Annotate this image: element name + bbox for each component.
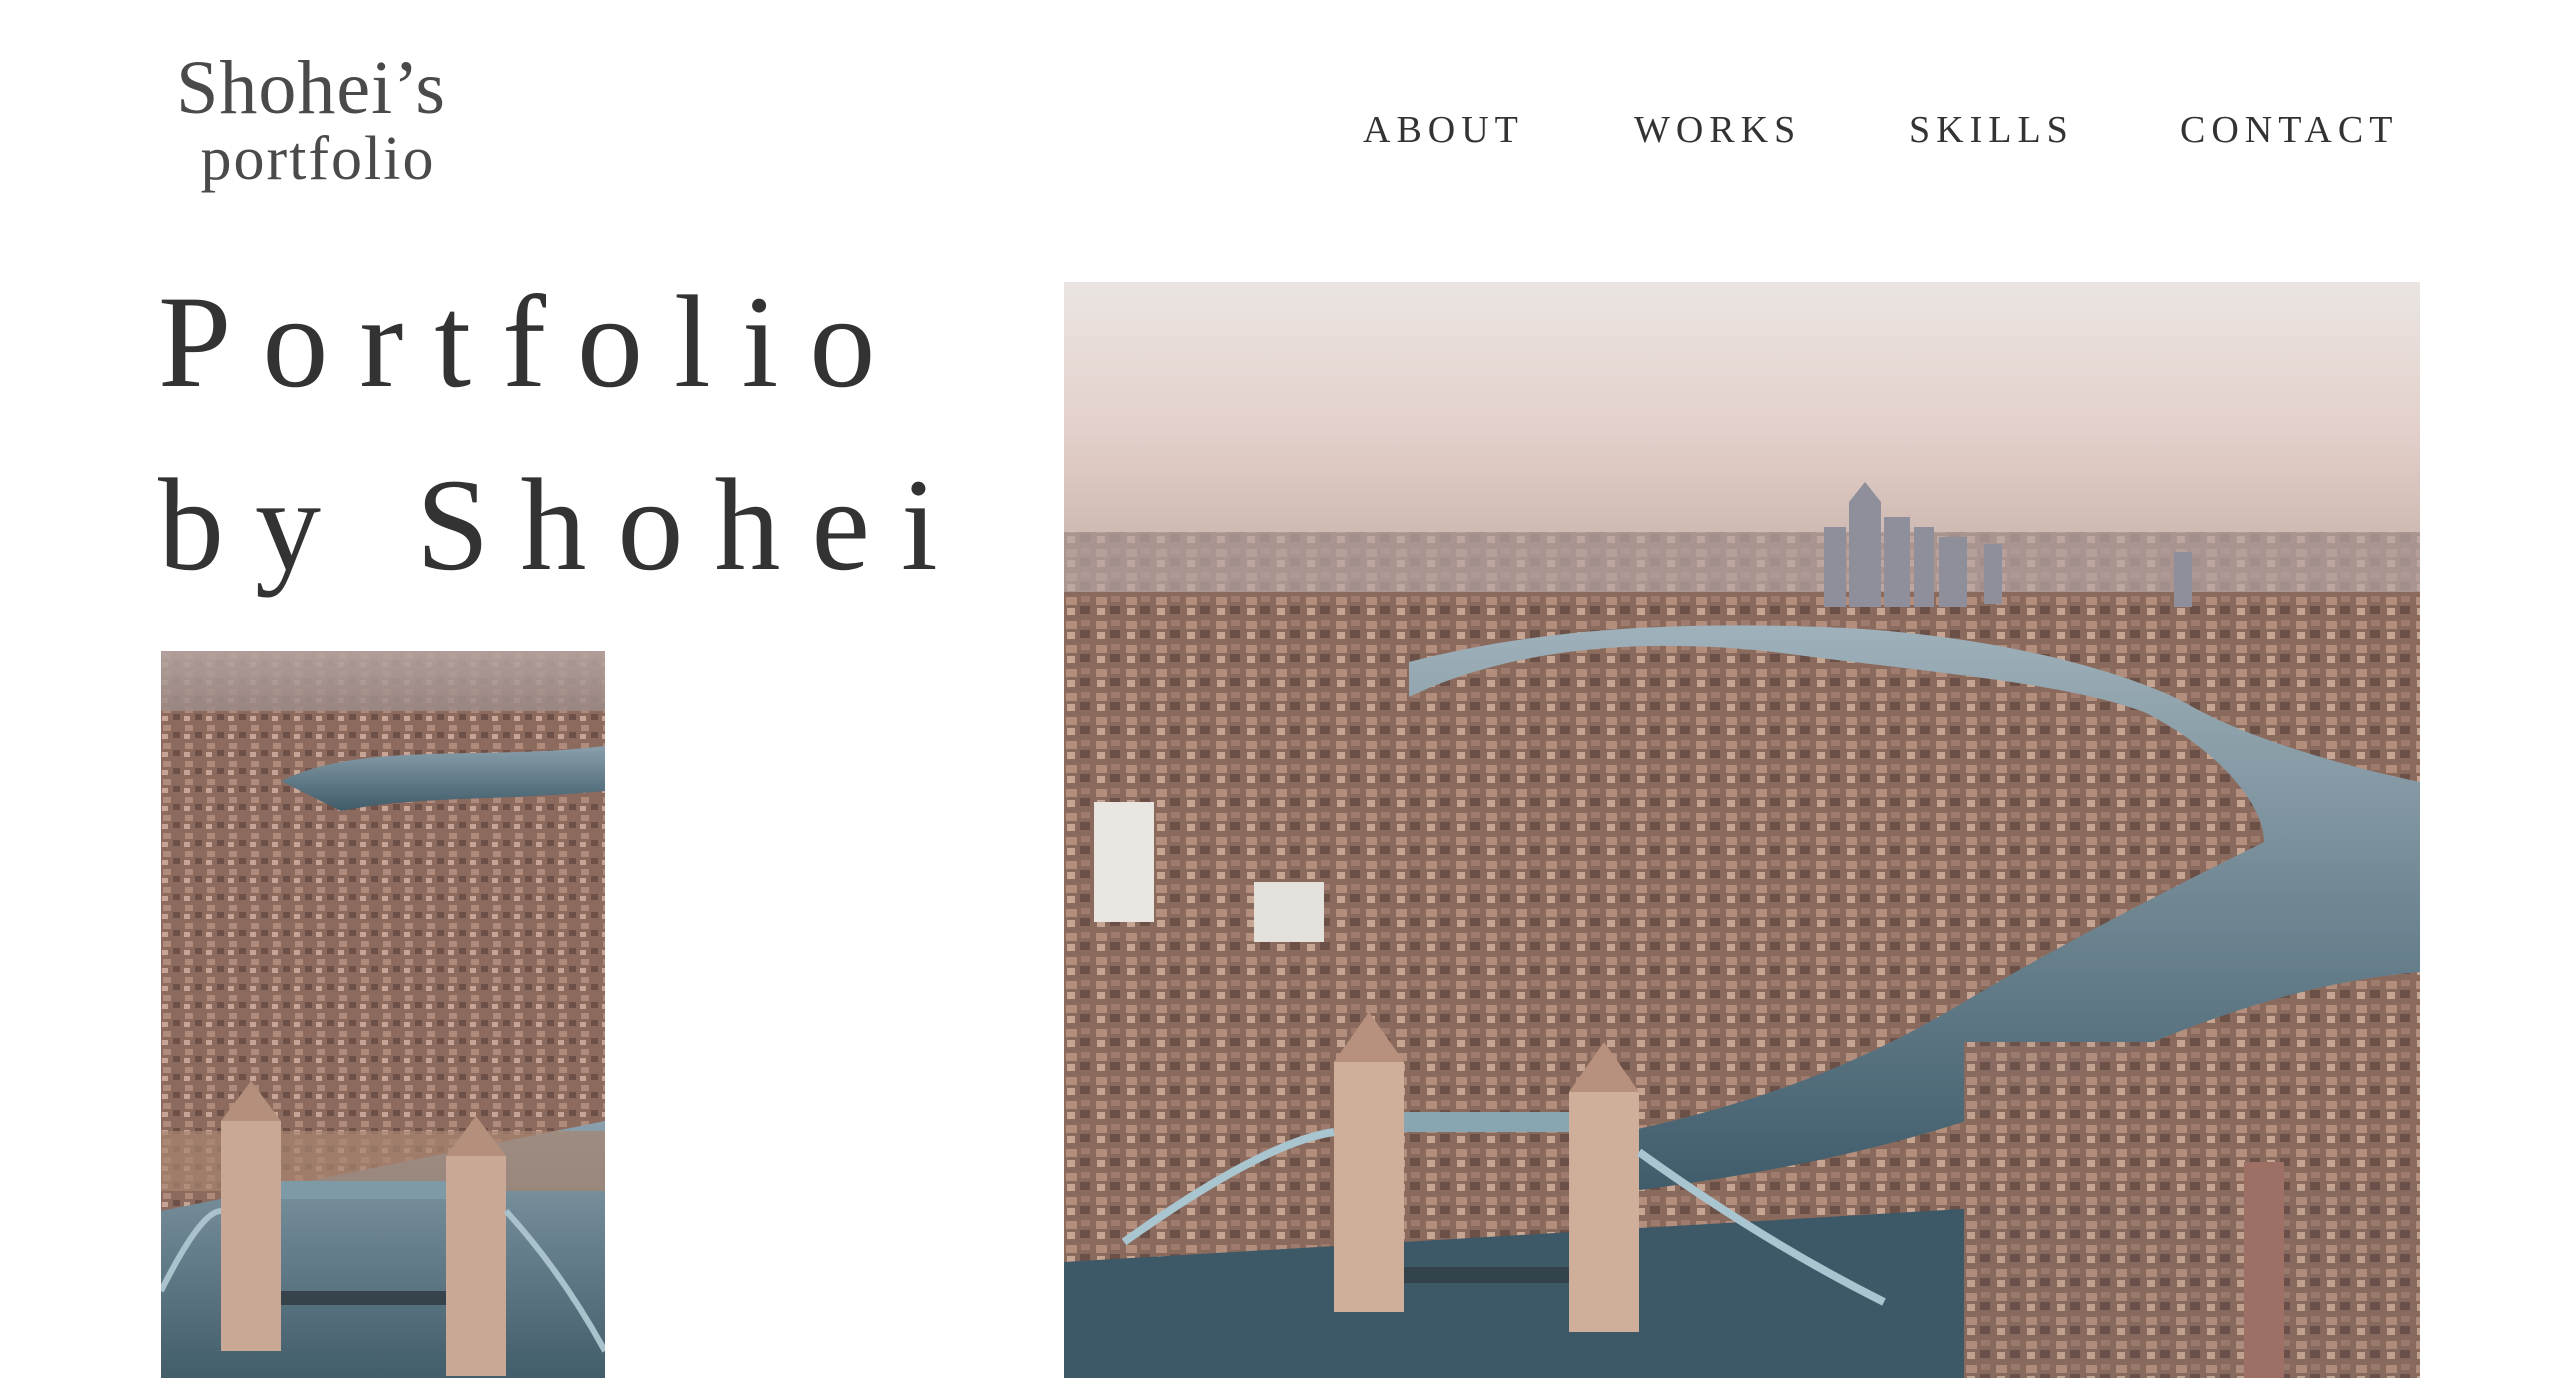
hero-title: Portfolio by Shohei: [158, 250, 969, 616]
large-city-photo: [1064, 282, 2420, 1378]
large-city-photo-graphic: [1064, 282, 2420, 1378]
small-city-photo: [161, 651, 605, 1378]
site-logo[interactable]: Shohei’s portfolio: [158, 50, 464, 202]
nav-skills-link[interactable]: SKILLS: [1909, 108, 2074, 152]
nav-works-link[interactable]: WORKS: [1634, 108, 1801, 152]
hero-title-line-2: by Shohei: [158, 451, 969, 598]
nav-about-link[interactable]: ABOUT: [1363, 108, 1524, 152]
hero-title-line-1: Portfolio: [158, 268, 907, 415]
small-city-photo-graphic: [161, 651, 605, 1378]
logo-line-1: Shohei’s: [176, 46, 446, 130]
logo-line-2: portfolio: [200, 125, 436, 193]
nav-contact-link[interactable]: CONTACT: [2180, 108, 2398, 152]
page: Shohei’s portfolio ABOUT WORKS SKILLS CO…: [0, 0, 2560, 1378]
